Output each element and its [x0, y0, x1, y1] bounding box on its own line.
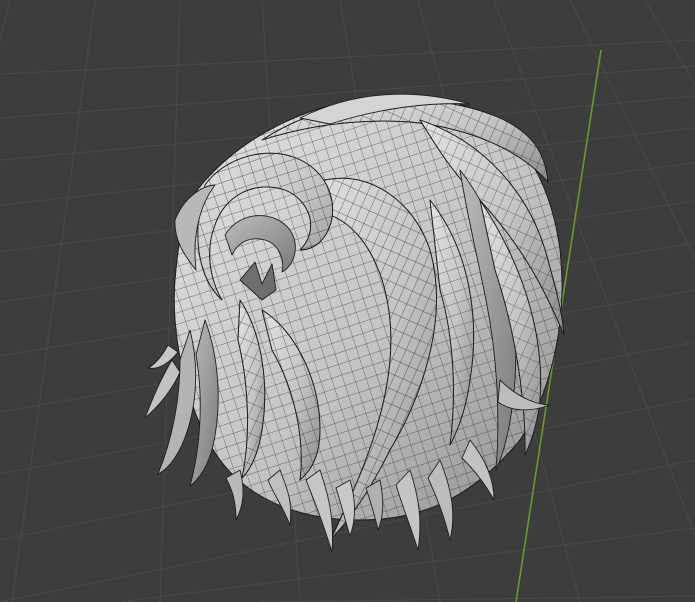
viewport-canvas[interactable]	[0, 0, 695, 602]
hair-mesh	[144, 93, 565, 553]
3d-viewport[interactable]	[0, 0, 695, 602]
